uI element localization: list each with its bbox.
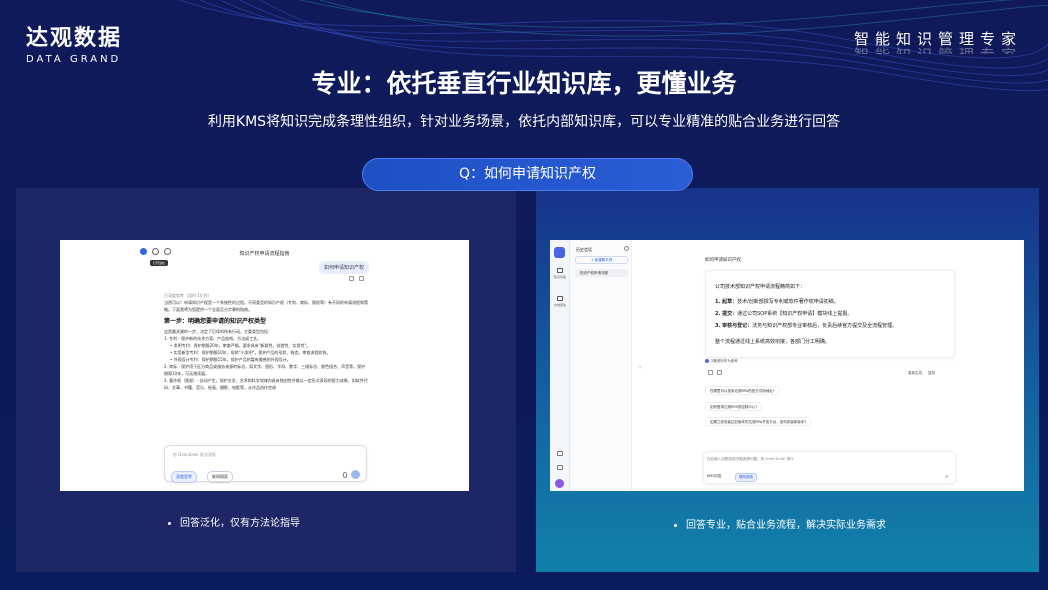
- question-pill: Q：如何申请知识产权: [362, 158, 693, 191]
- slide-subtitle: 利用KMS将知识完成条理性组织，针对业务场景，依托内部知识库，可以专业精准的贴合…: [207, 114, 841, 130]
- answer-card: 公司技术部知识产权申请流程精简如下： 1. 起草：技术/创新部撰写专利或软件著作…: [705, 270, 955, 358]
- app-logo-icon: [554, 247, 565, 258]
- web-search-toggle[interactable]: 联网搜索: [735, 473, 757, 482]
- answer-step-text: 通过公司SOP系统【知识产权申请】模块线上提报。: [737, 311, 853, 317]
- new-chat-button[interactable]: + 新建聊天吧: [575, 256, 628, 264]
- answer-step-text: 技术/创新部撰写专利或软件著作权申请初稿。: [737, 299, 839, 305]
- suggested-question[interactable]: 在哪里可以找到达观RPA的官方试用地址?: [705, 386, 780, 395]
- attach-icon[interactable]: [343, 472, 347, 478]
- app-nav-rail: 知识问答 文档阅读: [550, 240, 570, 491]
- chat-icon: [557, 268, 563, 273]
- assistant-response: 已深度思考（用时 10 秒） 当然可以！申请知识产权是一个系统性的过程。不同类型…: [164, 292, 368, 391]
- suggested-question[interactable]: 如何登录达观RPA的控制中心?: [705, 402, 763, 411]
- brand-slogan-reflection: 智能知识管理专家: [854, 44, 1022, 54]
- reference-label: 2篇资料作为参考: [711, 359, 738, 363]
- user-message-bubble: 如何申请知识产权: [319, 261, 370, 274]
- suggested-question[interactable]: 如果之前安装过旧版本的达观RPA开发平台，如何安装新版本?: [705, 417, 812, 426]
- answer-intro: 公司技术部知识产权申请流程精简如下：: [715, 284, 806, 290]
- answer-step: 1. 起草：技术/创新部撰写专利或软件著作权申请初稿。: [715, 296, 945, 308]
- nav-item-doc[interactable]: 文档阅读: [552, 296, 568, 307]
- reference-badge[interactable]: 2篇资料作为参考: [705, 359, 738, 364]
- history-sidebar: 历史会话 + 新建聊天吧 知识产权申请流程: [570, 240, 632, 491]
- model-selector[interactable]: KMS问答: [707, 474, 722, 479]
- response-item: • 外观设计专利：保护期限15年，保护产品的富有美感的外观设计。: [170, 357, 291, 362]
- search-icon[interactable]: [624, 246, 629, 251]
- web-search-toggle[interactable]: 联网搜索: [207, 471, 233, 483]
- copy-icon[interactable]: [349, 276, 354, 281]
- reference-icon: [705, 359, 709, 363]
- conversation-question: 如何申请知识产权: [705, 258, 741, 263]
- caption-right-text: 回答专业，贴合业务流程，解决实际业务需求: [686, 520, 886, 531]
- caption-left-text: 回答泛化，仅有方法论指导: [180, 518, 300, 529]
- send-icon[interactable]: ➤: [945, 474, 949, 480]
- deep-think-toggle[interactable]: 深度思考: [171, 471, 197, 483]
- collapse-chevron-icon[interactable]: ‹: [639, 364, 641, 371]
- like-icon[interactable]: [708, 370, 713, 375]
- nav-item-qa[interactable]: 知识问答: [552, 268, 568, 279]
- notification-icon[interactable]: [557, 451, 563, 456]
- bullet-icon: [168, 521, 171, 525]
- answer-actions: [708, 370, 722, 375]
- answer-step-text: 法务与知识产权部专业审核后，负责后续官方提交及全流程管理。: [752, 323, 898, 329]
- response-item: 2. 商标 - 保护用于区分商品或服务来源的标志，如文字、图形、字母、数字、三维…: [164, 364, 366, 376]
- kms-chat-screenshot: 知识问答 文档阅读 历史会话 + 新建聊天吧 知识产权申请流程 ‹ 如何申请知识…: [550, 240, 1024, 491]
- settings-icon[interactable]: [557, 465, 563, 470]
- history-title: 历史会话: [576, 247, 592, 252]
- nav-item-qa-label: 知识问答: [553, 275, 566, 279]
- response-step-desc: 这是最关键的一步，决定了后续的所有行动。主要类型包括：: [164, 329, 272, 334]
- thinking-status: 已深度思考（用时 10 秒）: [164, 293, 212, 298]
- response-intro: 当然可以！申请知识产权是一个系统性的过程。不同类型的知识产权（专利、商标、版权等…: [164, 300, 368, 312]
- slide-title: 专业：依托垂直行业知识库，更懂业务: [311, 69, 737, 98]
- chat-header-title: 知识产权申请流程指南: [239, 251, 290, 257]
- generic-chat-screenshot: 打开边栏 知识产权申请流程指南 如何申请知识产权 已深度思考（用时 10 秒） …: [60, 240, 469, 491]
- message-input-placeholder: 在此输入问题或按/获取推荐问题，按 Shift+Enter 换行: [707, 457, 794, 461]
- answer-step-label: 1. 起草：: [715, 299, 738, 305]
- message-actions: [349, 276, 364, 281]
- history-item[interactable]: 知识产权申请流程: [575, 269, 628, 277]
- bullet-icon: [674, 523, 677, 527]
- response-item: 3. 著作权（版权）- 自动产生，保护文学、艺术和科学领域内具有独创性并能以一定…: [164, 378, 368, 390]
- answer-outro: 整个流程通过线上系统高效衔接，各部门分工明确。: [715, 339, 831, 345]
- response-item: 1. 专利 - 保护新的技术方案、产品结构、方法或工艺。: [164, 336, 262, 341]
- caption-right: 回答专业，贴合业务流程，解决实际业务需求: [674, 516, 886, 531]
- message-input-placeholder: 给 DeepSeek 发送消息: [173, 452, 216, 457]
- avatar[interactable]: [555, 479, 564, 488]
- document-icon: [557, 296, 563, 301]
- header-wave-decoration: [179, 0, 1048, 91]
- brand-logo: 达观数据 DATA GRAND: [26, 20, 122, 65]
- answer-step: 2. 提交：通过公司SOP系统【知识产权申请】模块线上提报。: [715, 308, 945, 320]
- caption-left: 回答泛化，仅有方法论指导: [168, 514, 300, 529]
- nav-item-doc-label: 文档阅读: [553, 303, 566, 307]
- response-step-title: 第一步：明确您要申请的知识产权类型: [164, 318, 267, 325]
- response-item: • 实用新型专利：保护期限10年，俗称"小发明"，保护产品的形状、构造。审查流程…: [170, 350, 331, 355]
- tooltip: 打开边栏: [150, 260, 169, 266]
- copy-button[interactable]: 复制: [928, 371, 935, 376]
- message-input-box[interactable]: 在此输入问题或按/获取推荐问题，按 Shift+Enter 换行 KMS问答 联…: [703, 451, 956, 484]
- answer-step-label: 3. 审核与登记：: [715, 323, 753, 329]
- regenerate-button[interactable]: 重新生成: [908, 371, 922, 376]
- message-input-box[interactable]: 给 DeepSeek 发送消息 深度思考 联网搜索: [164, 445, 367, 483]
- logo-chinese: 达观数据: [26, 26, 123, 51]
- response-item: • 发明专利：保护期限20年，审查严格，要求具有"新颖性、创造性、实用性"。: [170, 343, 311, 348]
- answer-tools: 重新生成 复制: [908, 371, 935, 376]
- edit-icon[interactable]: [359, 276, 364, 281]
- answer-step-label: 2. 提交：: [715, 311, 738, 317]
- send-icon[interactable]: [351, 470, 360, 479]
- dislike-icon[interactable]: [717, 370, 722, 375]
- answer-step: 3. 审核与登记：法务与知识产权部专业审核后，负责后续官方提交及全流程管理。: [715, 320, 945, 332]
